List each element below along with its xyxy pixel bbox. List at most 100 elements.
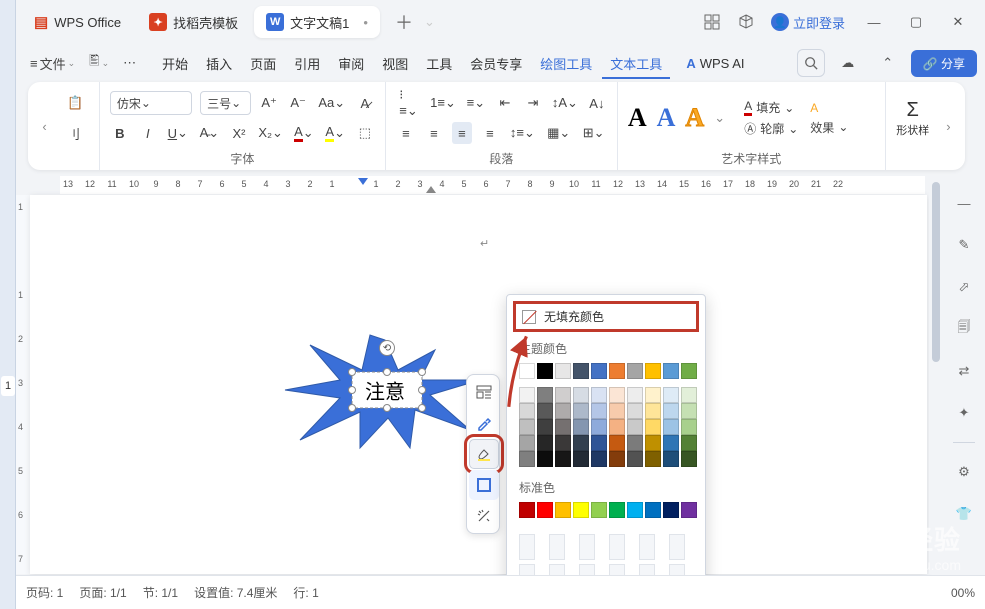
new-tab-button[interactable]: ＋ xyxy=(390,8,418,36)
tab-menu-chevron[interactable]: ⌄ xyxy=(424,14,435,30)
font-color-button[interactable]: A⌄ xyxy=(292,122,315,144)
color-swatch[interactable] xyxy=(681,451,697,467)
align-justify-button[interactable]: ≡ xyxy=(480,122,500,144)
color-swatch[interactable] xyxy=(591,387,607,403)
color-swatch[interactable] xyxy=(537,502,553,518)
line-spacing-button[interactable]: ↕≡⌄ xyxy=(508,122,537,144)
color-swatch[interactable] xyxy=(627,403,643,419)
color-swatch[interactable] xyxy=(519,419,535,435)
color-swatch[interactable] xyxy=(627,419,643,435)
shading-button[interactable]: ▦⌄ xyxy=(545,122,573,144)
color-swatch[interactable] xyxy=(555,451,571,467)
align-right-button[interactable]: ≡ xyxy=(452,122,472,144)
menu-tools[interactable]: 工具 xyxy=(418,48,460,79)
color-swatch[interactable] xyxy=(645,502,661,518)
color-swatch[interactable] xyxy=(537,451,553,467)
color-swatch[interactable] xyxy=(573,451,589,467)
tab-home[interactable]: ▤ WPS Office xyxy=(22,6,133,38)
text-outline-button[interactable]: Ⓐ 轮廓 ⌄ xyxy=(744,120,798,137)
menu-view[interactable]: 视图 xyxy=(374,48,416,79)
color-swatch[interactable] xyxy=(519,435,535,451)
color-swatch[interactable] xyxy=(555,403,571,419)
menu-drawing-tools[interactable]: 绘图工具 xyxy=(532,48,600,79)
sidebar-sparkle-icon[interactable]: ✦ xyxy=(951,400,977,426)
text-effect-label[interactable]: 效果 ⌄ xyxy=(810,119,848,136)
color-swatch[interactable] xyxy=(609,534,625,560)
color-swatch[interactable] xyxy=(555,419,571,435)
color-swatch[interactable] xyxy=(645,403,661,419)
sidebar-gear-icon[interactable]: ⚙ xyxy=(951,459,977,485)
color-swatch[interactable] xyxy=(645,451,661,467)
color-swatch[interactable] xyxy=(609,363,625,379)
color-swatch[interactable] xyxy=(627,387,643,403)
ruler-vertical[interactable]: 11234567 xyxy=(16,195,30,574)
tab-templates[interactable]: ✦ 找稻壳模板 xyxy=(137,6,250,38)
char-border-button[interactable]: ⬚ xyxy=(355,122,375,144)
paste-icon[interactable]: 📋 xyxy=(63,92,87,114)
vertical-scrollbar[interactable] xyxy=(929,176,943,574)
color-swatch[interactable] xyxy=(519,363,535,379)
color-swatch[interactable] xyxy=(681,403,697,419)
color-swatch[interactable] xyxy=(663,403,679,419)
sidebar-shirt-icon[interactable]: 👕 xyxy=(951,501,977,527)
color-swatch[interactable] xyxy=(639,534,655,560)
sidebar-clipboard-icon[interactable]: 🗐 xyxy=(951,316,977,342)
ribbon-collapse-icon[interactable]: ⌃ xyxy=(871,48,905,78)
underline-button[interactable]: U⌄ xyxy=(166,122,190,144)
color-swatch[interactable] xyxy=(663,451,679,467)
italic-button[interactable]: I xyxy=(138,122,158,144)
font-shrink-button[interactable]: A⁻ xyxy=(288,92,309,114)
color-swatch[interactable] xyxy=(627,502,643,518)
color-swatch[interactable] xyxy=(663,502,679,518)
sidebar-cursor-icon[interactable]: ⬀ xyxy=(951,274,977,300)
color-swatch[interactable] xyxy=(573,387,589,403)
color-swatch[interactable] xyxy=(591,363,607,379)
wordart-gallery[interactable]: A A A ⌄ xyxy=(628,103,732,133)
explosion-shape[interactable]: ⟲ 注意 xyxy=(280,330,490,450)
status-section[interactable]: 节: 1/1 xyxy=(143,584,178,601)
color-swatch[interactable] xyxy=(609,435,625,451)
menu-review[interactable]: 审阅 xyxy=(330,48,372,79)
left-edge-tab[interactable]: 1 xyxy=(1,376,15,396)
window-minimize[interactable]: — xyxy=(853,7,895,37)
color-swatch[interactable] xyxy=(681,502,697,518)
sort-button[interactable]: A↓ xyxy=(587,92,607,114)
color-swatch[interactable] xyxy=(573,435,589,451)
strike-button[interactable]: A̵⌄ xyxy=(198,122,221,144)
quick-more[interactable]: ⋯ xyxy=(117,51,142,75)
color-swatch[interactable] xyxy=(555,387,571,403)
font-name-select[interactable]: 仿宋 ⌄ xyxy=(110,91,192,115)
color-swatch[interactable] xyxy=(609,403,625,419)
clear-format-button[interactable]: A̷ xyxy=(355,92,375,114)
color-swatch[interactable] xyxy=(627,363,643,379)
sidebar-translate-icon[interactable]: ⇄ xyxy=(951,358,977,384)
wps-ai-button[interactable]: A WPS AI xyxy=(678,56,752,71)
color-swatch[interactable] xyxy=(645,387,661,403)
color-swatch[interactable] xyxy=(663,387,679,403)
zoom-control[interactable]: 00% xyxy=(951,586,975,600)
window-close[interactable]: ✕ xyxy=(937,7,979,37)
color-swatch[interactable] xyxy=(609,451,625,467)
ruler-horizontal[interactable]: 1312111098765432112345678910111213141516… xyxy=(60,176,925,194)
text-fill-button[interactable]: A 填充 ⌄ xyxy=(744,99,798,116)
float-layout-icon[interactable] xyxy=(469,377,499,407)
color-swatch[interactable] xyxy=(609,419,625,435)
wordart-style-1[interactable]: A xyxy=(628,103,647,133)
text-effect-button[interactable]: A xyxy=(810,101,848,115)
float-eyedropper-icon[interactable] xyxy=(469,408,499,438)
float-border-icon[interactable] xyxy=(469,470,499,500)
sigma-icon[interactable]: Σ xyxy=(907,99,919,122)
borders-button[interactable]: ⊞⌄ xyxy=(580,122,606,144)
change-case-button[interactable]: Aa⌄ xyxy=(317,92,347,114)
color-swatch[interactable] xyxy=(537,435,553,451)
color-swatch[interactable] xyxy=(591,451,607,467)
numbering-button[interactable]: 1≡⌄ xyxy=(429,92,457,114)
sidebar-minus-icon[interactable]: — xyxy=(951,190,977,216)
ribbon-scroll-right[interactable]: › xyxy=(940,82,957,170)
color-swatch[interactable] xyxy=(681,435,697,451)
wordart-style-3[interactable]: A xyxy=(685,103,704,133)
color-swatch[interactable] xyxy=(537,403,553,419)
share-button[interactable]: 🔗 分享 xyxy=(911,50,977,77)
color-swatch[interactable] xyxy=(627,451,643,467)
ribbon-scroll-left[interactable]: ‹ xyxy=(36,82,53,170)
